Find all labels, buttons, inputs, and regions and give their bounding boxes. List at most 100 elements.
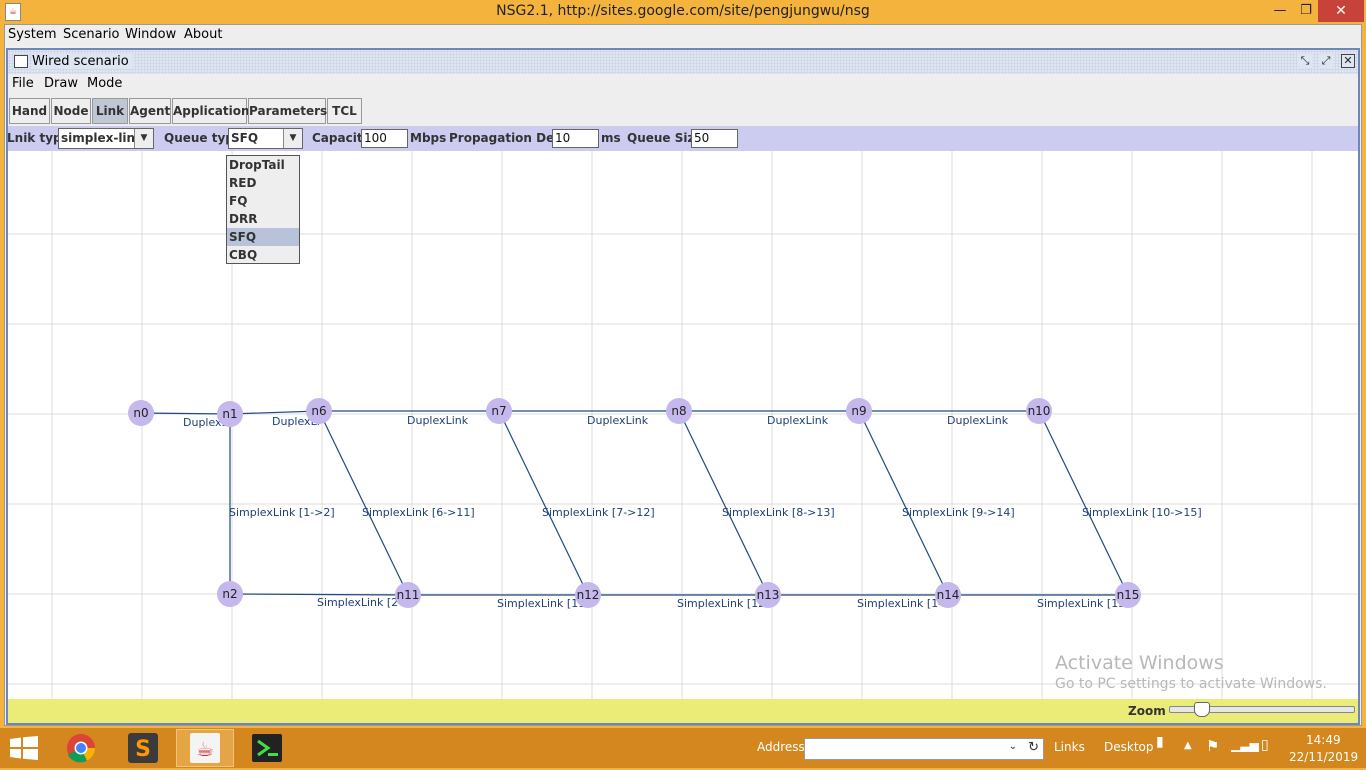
queue-type-dropdown-list: DropTail RED FQ DRR SFQ CBQ	[226, 155, 300, 264]
tool-tcl-button[interactable]: TCL	[327, 98, 362, 124]
activation-watermark-title: Activate Windows	[1055, 652, 1224, 674]
link-n8-n13[interactable]	[678, 410, 769, 596]
queue-option-cbq[interactable]: CBQ	[227, 246, 299, 264]
taskbar-terminal[interactable]	[238, 729, 296, 767]
chrome-icon	[67, 734, 96, 763]
tool-hand-button[interactable]: Hand	[9, 98, 50, 124]
menu-draw[interactable]: Draw	[44, 76, 78, 91]
desktop-toolbar-label[interactable]: Desktop	[1104, 740, 1154, 754]
terminal-icon	[252, 734, 282, 762]
menu-window[interactable]: Window	[125, 27, 176, 42]
tool-agent-button[interactable]: Agent	[129, 98, 171, 124]
tool-parameters-button[interactable]: Parameters	[248, 98, 327, 124]
scenario-window: Wired scenario ⤡ ⤢ ✕ File Draw Mode Hand…	[6, 48, 1360, 725]
queue-option-droptail[interactable]: DropTail	[227, 156, 299, 174]
topology-svg[interactable]: DuplexLi DuplexLi DuplexLink DuplexLink Dupl…	[8, 151, 1358, 699]
node-n6[interactable]: n6	[306, 398, 332, 424]
tool-node-button[interactable]: Node	[51, 98, 91, 124]
node-n1[interactable]: n1	[217, 401, 243, 427]
node-n9[interactable]: n9	[846, 398, 872, 424]
svg-text:S: S	[135, 737, 151, 762]
links-toolbar-label[interactable]: Links	[1054, 740, 1085, 754]
chevron-down-icon[interactable]: ▼	[134, 129, 153, 148]
node-label: n7	[491, 404, 506, 418]
window-titlebar: ☕ NSG2.1, http://sites.google.com/site/p…	[0, 0, 1366, 24]
tool-application-button[interactable]: Application	[172, 98, 250, 124]
link-label-n13-n14: SimplexLink [14-	[857, 597, 949, 610]
queue-type-combo[interactable]: SFQ ▼	[228, 128, 303, 149]
windows-start-icon[interactable]	[10, 736, 38, 760]
node-n15[interactable]: n15	[1115, 582, 1141, 608]
menu-mode[interactable]: Mode	[87, 76, 122, 91]
link-n9-n14[interactable]	[858, 410, 949, 596]
tool-link-button[interactable]: Link	[92, 98, 128, 124]
node-n2[interactable]: n2	[217, 581, 243, 607]
link-n7-n12[interactable]	[498, 410, 589, 596]
close-icon[interactable]: ✕	[1341, 54, 1355, 68]
folder-icon[interactable]: ▮	[1156, 734, 1164, 750]
scenario-titlebar[interactable]: Wired scenario ⤡ ⤢ ✕	[8, 50, 1358, 74]
taskbar-java[interactable]: ☕	[176, 729, 234, 767]
sublime-text-icon: S	[128, 733, 158, 763]
activation-watermark-text: Go to PC settings to activate Windows.	[1055, 676, 1327, 692]
link-label-n6-n11: SimplexLink [6->11]	[362, 506, 475, 519]
link-n6-n11[interactable]	[318, 410, 409, 596]
node-n7[interactable]: n7	[486, 398, 512, 424]
clock-time[interactable]: 14:49	[1306, 733, 1341, 747]
refresh-icon[interactable]: ↻	[1028, 740, 1039, 755]
close-button[interactable]: ✕	[1318, 0, 1364, 22]
menu-about[interactable]: About	[184, 27, 222, 42]
delay-input[interactable]: 10	[552, 129, 599, 148]
queue-size-input[interactable]: 50	[691, 129, 738, 148]
java-icon: ☕	[190, 733, 220, 763]
node-label: n6	[311, 404, 326, 418]
address-input[interactable]: ⌄ ↻	[804, 738, 1044, 760]
queue-option-fq[interactable]: FQ	[227, 192, 299, 210]
menu-file[interactable]: File	[12, 76, 34, 91]
chevron-down-icon[interactable]: ▼	[283, 129, 302, 148]
link-type-combo[interactable]: simplex-link ▼	[58, 128, 154, 149]
tool-toolbar: Hand Node Link Agent Application Paramet…	[8, 95, 1358, 126]
link-label-n8-n13: SimplexLink [8->13]	[722, 506, 835, 519]
node-n0[interactable]: n0	[128, 400, 154, 426]
link-label-n1-n2: SimplexLink [1->2]	[229, 506, 335, 519]
zoom-slider-thumb[interactable]	[1194, 702, 1210, 717]
node-n11[interactable]: n11	[395, 582, 421, 608]
main-frame: System Scenario Window About Wired scena…	[4, 24, 1362, 726]
queue-option-red[interactable]: RED	[227, 174, 299, 192]
iconify-icon[interactable]: ⤡	[1298, 54, 1312, 68]
menu-system[interactable]: System	[8, 27, 56, 42]
flag-icon[interactable]: ⚑	[1206, 737, 1219, 755]
clock-date[interactable]: 22/11/2019	[1289, 750, 1358, 764]
node-n12[interactable]: n12	[575, 582, 601, 608]
node-n13[interactable]: n13	[755, 582, 781, 608]
network-signal-icon[interactable]: ▁▃▅	[1231, 738, 1259, 752]
node-label: n12	[577, 588, 600, 602]
taskbar-chrome[interactable]	[52, 729, 110, 767]
topology-canvas[interactable]: DuplexLi DuplexLi DuplexLink DuplexLink Dupl…	[8, 151, 1358, 699]
menu-scenario[interactable]: Scenario	[63, 27, 120, 42]
queue-option-sfq[interactable]: SFQ	[227, 228, 299, 246]
chevron-down-icon[interactable]: ⌄	[1009, 741, 1017, 752]
taskbar-sublime[interactable]: S	[114, 729, 172, 767]
zoom-slider[interactable]	[1169, 702, 1355, 717]
link-n10-n15[interactable]	[1038, 410, 1129, 596]
battery-icon[interactable]: ▯	[1261, 737, 1269, 753]
node-layer: n0 n1 n2 n6 n7 n8 n9 n10 n11 n12 n13 n14 n15	[128, 398, 1141, 608]
node-n10[interactable]: n10	[1026, 398, 1052, 424]
node-n14[interactable]: n14	[935, 582, 961, 608]
minimize-button[interactable]: —	[1266, 0, 1294, 22]
queue-option-drr[interactable]: DRR	[227, 210, 299, 228]
node-n8[interactable]: n8	[666, 398, 692, 424]
status-bar: Zoom	[8, 699, 1358, 723]
capacity-input[interactable]: 100	[361, 129, 408, 148]
node-label: n14	[937, 588, 960, 602]
restore-icon[interactable]: ⤢	[1319, 54, 1333, 68]
show-hidden-icons-icon[interactable]: ▲	[1184, 740, 1192, 751]
scenario-title: Wired scenario	[32, 54, 133, 69]
link-label-n9-n10: DuplexLink	[947, 414, 1009, 427]
link-label-n8-n9: DuplexLink	[767, 414, 829, 427]
delay-unit: ms	[601, 131, 621, 145]
window-icon	[14, 55, 28, 68]
maximize-button[interactable]: ❐	[1292, 0, 1320, 22]
